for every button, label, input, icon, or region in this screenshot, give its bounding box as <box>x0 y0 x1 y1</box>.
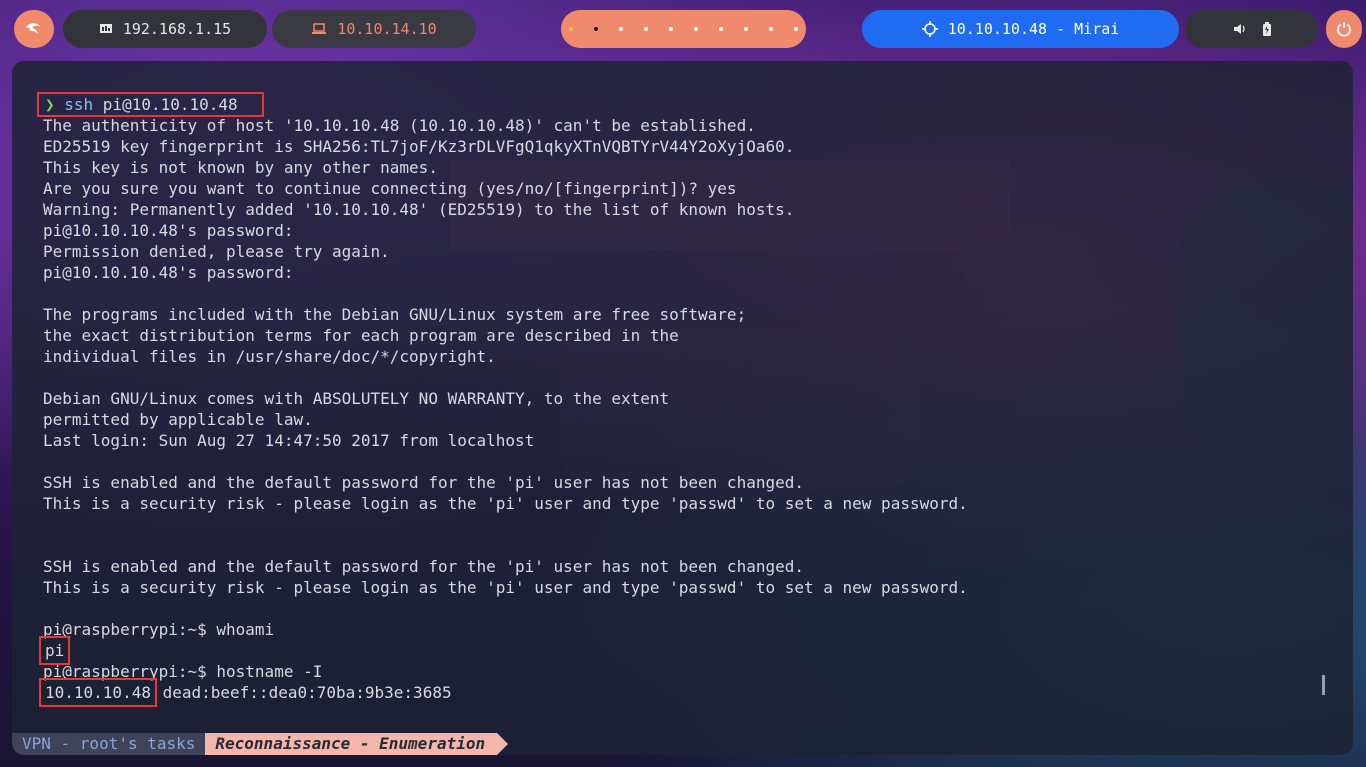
prompt-arrow-icon: ❯ <box>45 95 65 114</box>
terminal-line: Are you sure you want to continue connec… <box>43 179 737 198</box>
highlighted-username: pi <box>38 636 71 665</box>
terminal-line: pi@raspberrypi:~$ hostname -I <box>43 662 323 681</box>
host-ip-widget[interactable]: 192.168.1.15 <box>63 10 267 48</box>
window-name[interactable]: Reconnaissance - Enumeration <box>205 733 508 755</box>
command-name: ssh <box>64 95 94 114</box>
workspace-8[interactable] <box>744 27 748 31</box>
laptop-icon <box>312 23 327 34</box>
command-argument: pi@10.10.10.48 <box>93 95 238 114</box>
workspace-2[interactable] <box>594 27 598 31</box>
terminal-line: SSH is enabled and the default password … <box>43 557 804 576</box>
workspace-switcher[interactable] <box>561 10 806 48</box>
workspace-10[interactable] <box>794 27 798 31</box>
crosshair-icon <box>921 21 938 37</box>
terminal-line: pi@10.10.10.48's password: <box>43 221 294 240</box>
power-icon <box>1337 22 1351 37</box>
workspace-1[interactable] <box>569 27 573 31</box>
host-ip: 192.168.1.15 <box>122 20 232 38</box>
volume-icon[interactable] <box>1233 23 1247 35</box>
system-tray[interactable] <box>1185 10 1318 48</box>
terminal-line: ED25519 key fingerprint is SHA256:TL7joF… <box>43 137 795 156</box>
terminal-line: The authenticity of host '10.10.10.48 (1… <box>43 116 756 135</box>
terminal-window[interactable]: ❯ ssh pi@10.10.10.48 The authenticity of … <box>12 61 1353 755</box>
workspace-5[interactable] <box>669 27 673 31</box>
workspace-9[interactable] <box>769 27 773 31</box>
vpn-ip: 10.10.14.10 <box>337 20 437 38</box>
terminal-line: ❯ ssh pi@10.10.10.48 <box>37 92 1353 117</box>
terminal-output: ❯ ssh pi@10.10.10.48 The authenticity of … <box>37 92 1353 707</box>
vpn-ip-widget[interactable]: 10.10.14.10 <box>272 10 476 48</box>
terminal-line: The programs included with the Debian GN… <box>43 305 747 324</box>
terminal-line: pi <box>38 636 1353 665</box>
workspace-7[interactable] <box>719 27 723 31</box>
terminal-line: the exact distribution terms for each pr… <box>43 326 679 345</box>
launcher-button[interactable] <box>14 10 54 48</box>
terminal-line: SSH is enabled and the default password … <box>43 473 804 492</box>
tmux-status-bar: VPN - root's tasks Reconnaissance - Enum… <box>12 733 508 755</box>
terminal-line: pi@10.10.10.48's password: <box>43 263 294 282</box>
workspace-6[interactable] <box>694 27 698 31</box>
terminal-line: Last login: Sun Aug 27 14:47:50 2017 fro… <box>43 431 535 450</box>
terminal-line: permitted by applicable law. <box>43 410 313 429</box>
highlighted-ip: 10.10.10.48 <box>39 678 157 707</box>
scrollbar[interactable] <box>1322 675 1325 695</box>
ipv6-address: dead:beef::dea0:70ba:9b3e:3685 <box>152 683 452 702</box>
workspace-4[interactable] <box>644 27 648 31</box>
battery-icon[interactable] <box>1262 22 1271 36</box>
kali-dragon-icon <box>26 23 41 34</box>
highlighted-command: ❯ ssh pi@10.10.10.48 <box>37 92 264 117</box>
monitor-icon <box>99 24 112 33</box>
terminal-line: individual files in /usr/share/doc/*/cop… <box>43 347 496 366</box>
target-label: 10.10.10.48 - Mirai <box>947 20 1120 38</box>
terminal-line: pi@raspberrypi:~$ whoami <box>43 620 275 639</box>
terminal-line: This key is not known by any other names… <box>43 158 438 177</box>
session-name[interactable]: VPN - root's tasks <box>12 733 206 755</box>
terminal-line: This is a security risk - please login a… <box>43 494 968 513</box>
terminal-line: This is a security risk - please login a… <box>43 578 968 597</box>
power-button[interactable] <box>1326 10 1362 48</box>
terminal-line: 10.10.10.48 dead:beef::dea0:70ba:9b3e:36… <box>39 678 1353 707</box>
terminal-line: Permission denied, please try again. <box>43 242 390 261</box>
target-widget[interactable]: 10.10.10.48 - Mirai <box>862 10 1179 48</box>
workspace-3[interactable] <box>619 27 623 31</box>
terminal-line: Debian GNU/Linux comes with ABSOLUTELY N… <box>43 389 670 408</box>
terminal-line: Warning: Permanently added '10.10.10.48'… <box>43 200 795 219</box>
